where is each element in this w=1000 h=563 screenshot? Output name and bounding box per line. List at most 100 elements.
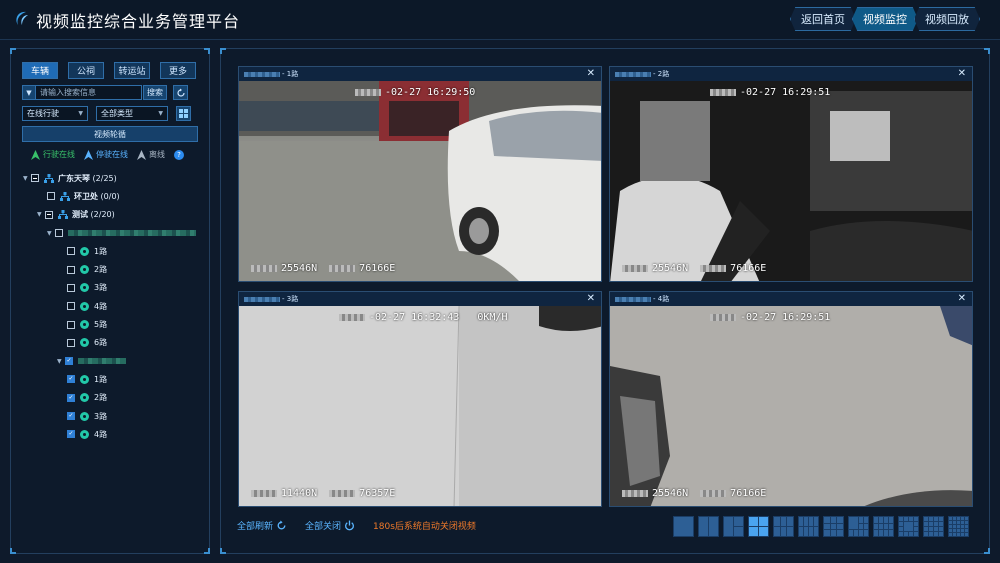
chevron-down-icon[interactable]: ▼ xyxy=(47,230,55,237)
video-feed xyxy=(610,306,972,506)
tree-checkbox[interactable] xyxy=(55,229,63,238)
vehicle-tree: ▼ 广东天琴 (2/25) 环卫处 (0/0) ▼ 测试 (2/20) ▼ 1路… xyxy=(23,169,209,443)
video-latitude: 11440N xyxy=(281,488,318,499)
camera-icon xyxy=(80,265,89,275)
tree-node-root[interactable]: ▼ 广东天琴 (2/25) xyxy=(23,169,209,187)
layout-6-button[interactable] xyxy=(773,516,794,537)
layout-selector xyxy=(673,516,969,537)
layout-12-button[interactable] xyxy=(873,516,894,537)
tab-more[interactable]: 更多 xyxy=(160,62,196,79)
tree-checkbox[interactable] xyxy=(45,210,53,219)
tree-node-label: 环卫处 xyxy=(74,191,98,201)
tree-node-label: 测试 xyxy=(72,210,88,220)
refresh-tree-button[interactable] xyxy=(173,85,188,100)
tree-node-group[interactable]: ▼ 测试 (2/20) xyxy=(23,206,209,224)
tree-checkbox[interactable] xyxy=(65,357,73,366)
tree-node-vehicle[interactable]: ▼ xyxy=(23,224,209,242)
layout-3-button[interactable] xyxy=(723,516,744,537)
search-row: ▼ 搜索 xyxy=(22,85,188,100)
layout-16-button[interactable] xyxy=(923,516,944,537)
search-input[interactable] xyxy=(36,85,142,100)
tree-checkbox[interactable] xyxy=(67,247,75,256)
tree-channel[interactable]: 1路 xyxy=(23,370,209,388)
tree-checkbox[interactable] xyxy=(67,338,75,347)
video-window-3[interactable]: - 3路 ✕ -02-27 16:32:43 0KM/H 11440N 7635… xyxy=(238,291,602,507)
refresh-all-label: 全部刷新 xyxy=(237,522,274,532)
tree-checkbox[interactable] xyxy=(67,265,75,274)
redacted-plate xyxy=(78,358,126,365)
video-window-2[interactable]: - 2路 ✕ -02-27 16:29:51 25546N 76166E xyxy=(609,66,973,282)
tree-checkbox[interactable] xyxy=(67,320,75,329)
layout-13-button[interactable] xyxy=(898,516,919,537)
camera-icon xyxy=(80,338,89,348)
layout-10-button[interactable] xyxy=(848,516,869,537)
close-all-button[interactable]: 全部关闭 xyxy=(305,519,355,532)
channel-label: 3路 xyxy=(94,283,108,293)
main-nav: 返回首页 视频监控 视频回放 xyxy=(790,7,980,31)
video-title-bar: - 1路 xyxy=(239,67,601,81)
refresh-all-button[interactable]: 全部刷新 xyxy=(237,519,287,532)
video-feed xyxy=(610,81,972,281)
video-window-4[interactable]: - 4路 ✕ -02-27 16:29:51 25546N 76166E xyxy=(609,291,973,507)
camera-icon xyxy=(80,393,89,403)
tree-channel[interactable]: 5路 xyxy=(23,315,209,333)
nav-video-monitor[interactable]: 视频监控 xyxy=(852,7,918,31)
search-scope-dropdown[interactable]: ▼ xyxy=(22,85,36,100)
grid-view-button[interactable] xyxy=(176,106,191,121)
layout-25-button[interactable] xyxy=(948,516,969,537)
app-logo-icon xyxy=(16,11,28,25)
channel-label: 4路 xyxy=(94,429,108,439)
tree-channel[interactable]: 6路 xyxy=(23,334,209,352)
video-speed: 0KM/H xyxy=(477,312,508,323)
tree-channel[interactable]: 2路 xyxy=(23,260,209,278)
tree-channel[interactable]: 2路 xyxy=(23,389,209,407)
camera-icon xyxy=(80,320,89,330)
camera-icon xyxy=(80,411,89,421)
tree-checkbox[interactable] xyxy=(67,302,75,311)
tree-channel[interactable]: 1路 xyxy=(23,242,209,260)
chevron-down-icon[interactable]: ▼ xyxy=(57,358,65,365)
video-latitude: 25546N xyxy=(281,263,318,274)
video-latitude: 25546N xyxy=(652,488,689,499)
grid-icon xyxy=(179,109,188,118)
tab-vehicles[interactable]: 车辆 xyxy=(22,62,58,79)
close-icon[interactable]: ✕ xyxy=(587,293,595,304)
tree-checkbox[interactable] xyxy=(67,393,75,402)
tree-checkbox[interactable] xyxy=(47,192,55,201)
filter-tabs: 车辆 公祠 转运站 更多 xyxy=(22,62,196,79)
video-timestamp: -02-27 16:29:50 xyxy=(385,87,476,98)
tree-checkbox[interactable] xyxy=(67,412,75,420)
tree-checkbox[interactable] xyxy=(67,375,75,384)
search-button[interactable]: 搜索 xyxy=(143,85,167,100)
nav-video-playback[interactable]: 视频回放 xyxy=(914,7,980,31)
layout-2-button[interactable] xyxy=(698,516,719,537)
video-window-1[interactable]: - 1路 ✕ -02-27 16:29:50 25546N 76166E xyxy=(238,66,602,282)
tree-node-vehicle[interactable]: ▼ xyxy=(23,352,209,370)
tree-channel[interactable]: 3路 xyxy=(23,279,209,297)
close-icon[interactable]: ✕ xyxy=(958,293,966,304)
tree-checkbox[interactable] xyxy=(31,174,39,183)
video-patrol-button[interactable]: 视频轮循 xyxy=(22,126,198,142)
tree-channel[interactable]: 4路 xyxy=(23,425,209,443)
nav-home[interactable]: 返回首页 xyxy=(790,7,856,31)
status-select[interactable]: 在线行驶 ▼ xyxy=(22,106,88,121)
type-select[interactable]: 全部类型 ▼ xyxy=(96,106,168,121)
tree-checkbox[interactable] xyxy=(67,430,75,439)
help-icon[interactable]: ? xyxy=(174,149,184,160)
tree-node-group[interactable]: 环卫处 (0/0) xyxy=(23,187,209,205)
chevron-down-icon[interactable]: ▼ xyxy=(23,175,31,182)
vehicle-tree-panel: 车辆 公祠 转运站 更多 ▼ 搜索 在线行驶 ▼ 全部类型 ▼ 视频轮循 行驶在线 … xyxy=(10,48,210,554)
layout-8-button[interactable] xyxy=(798,516,819,537)
tree-channel[interactable]: 4路 xyxy=(23,297,209,315)
close-icon[interactable]: ✕ xyxy=(958,68,966,79)
org-icon xyxy=(44,173,54,183)
tab-toilets[interactable]: 公祠 xyxy=(68,62,104,79)
tab-transfer-station[interactable]: 转运站 xyxy=(114,62,150,79)
tree-channel[interactable]: 3路 xyxy=(23,407,209,425)
layout-1-button[interactable] xyxy=(673,516,694,537)
tree-checkbox[interactable] xyxy=(67,283,75,292)
chevron-down-icon[interactable]: ▼ xyxy=(37,211,45,218)
layout-9-button[interactable] xyxy=(823,516,844,537)
close-icon[interactable]: ✕ xyxy=(587,68,595,79)
layout-4-button[interactable] xyxy=(748,516,769,537)
